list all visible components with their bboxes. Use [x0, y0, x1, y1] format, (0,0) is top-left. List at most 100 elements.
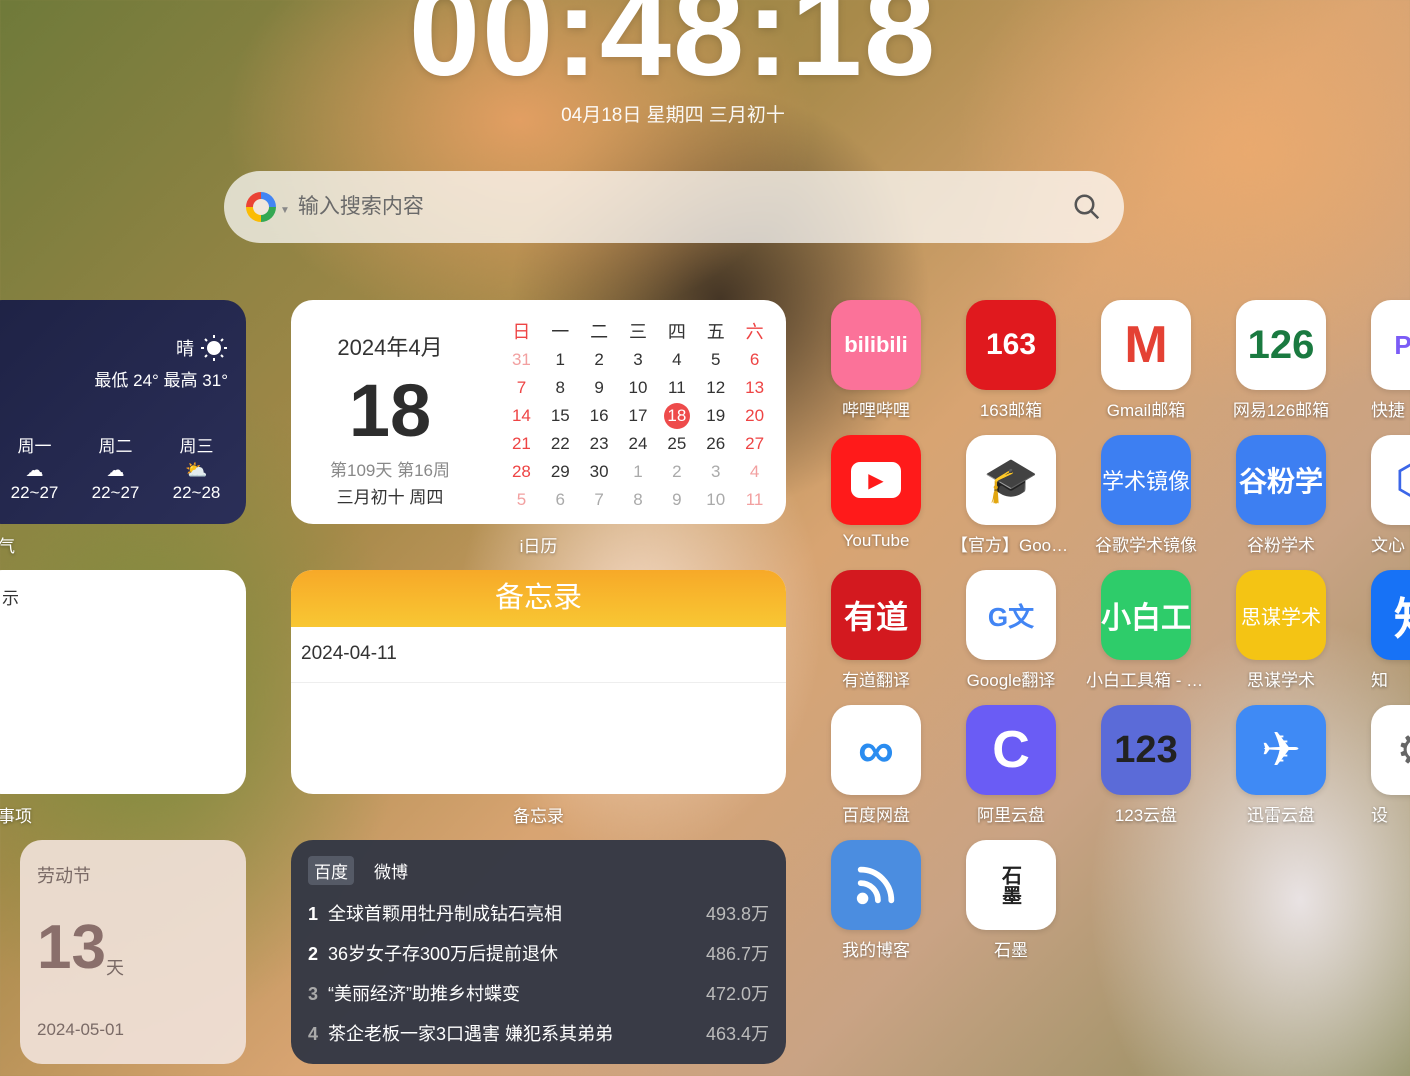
gmail-icon[interactable]: M [1101, 300, 1191, 390]
rss-icon[interactable] [831, 840, 921, 930]
aliyun-pan-icon[interactable]: C [966, 705, 1056, 795]
google-scholar-icon[interactable]: 🎓 [966, 435, 1056, 525]
hot-item[interactable]: 4 茶企老板一家3口遇害 嫌犯系其弟弟 463.4万 [308, 1014, 769, 1054]
app-shortcut[interactable]: ✈ 迅雷云盘 [1221, 705, 1341, 826]
search-icon[interactable] [1072, 192, 1102, 222]
app-shortcut[interactable]: Pro 快捷 [1356, 300, 1410, 421]
calendar-date[interactable]: 4 [657, 346, 696, 374]
calendar-date[interactable]: 12 [696, 374, 735, 402]
holiday-countdown-widget[interactable]: 劳动节 13 天 2024-05-01 [20, 840, 246, 1064]
chevron-down-icon[interactable]: ▼ [280, 205, 290, 216]
calendar-date[interactable]: 3 [696, 458, 735, 486]
app-shortcut[interactable]: 我的博客 [816, 840, 936, 961]
calendar-date[interactable]: 9 [580, 374, 619, 402]
tab-baidu[interactable]: 百度 [308, 856, 354, 885]
calendar-date[interactable]: 13 [735, 374, 774, 402]
app-shortcut[interactable]: ⚙设 [1356, 705, 1410, 826]
calendar-date[interactable]: 18 [657, 402, 696, 430]
calendar-date[interactable]: 30 [580, 458, 619, 486]
memo-entry[interactable]: 2024-04-11 [291, 627, 786, 683]
calendar-date[interactable]: 16 [580, 402, 619, 430]
mail-126-icon[interactable]: 126 [1236, 300, 1326, 390]
calendar-date[interactable]: 27 [735, 430, 774, 458]
calendar-date[interactable]: 20 [735, 402, 774, 430]
calendar-date[interactable]: 19 [696, 402, 735, 430]
app-shortcut[interactable]: ∞ 百度网盘 [816, 705, 936, 826]
todo-widget[interactable]: 示 [0, 570, 246, 794]
calendar-date[interactable]: 22 [541, 430, 580, 458]
calendar-date[interactable]: 7 [580, 486, 619, 514]
zhihu-icon[interactable]: 知 [1371, 570, 1410, 660]
calendar-date[interactable]: 5 [502, 486, 541, 514]
weather-widget[interactable]: 晴 最低 24° 最高 31° 周一 ☁ 22~27 周二 ☁ 22~27 周三 ⛅ 22~… [0, 300, 246, 524]
app-shortcut[interactable]: 126 网易126邮箱 [1221, 300, 1341, 421]
calendar-date[interactable]: 10 [696, 486, 735, 514]
xiaobai-icon[interactable]: 小白工 [1101, 570, 1191, 660]
hot-item[interactable]: 2 36岁女子存300万后提前退休 486.7万 [308, 934, 769, 974]
calendar-date[interactable]: 3 [619, 346, 658, 374]
calendar-date[interactable]: 9 [657, 486, 696, 514]
calendar-date[interactable]: 11 [657, 374, 696, 402]
app-shortcut[interactable]: 思谋学术 思谋学术 [1221, 570, 1341, 691]
app-shortcut[interactable]: M Gmail邮箱 [1086, 300, 1206, 421]
hot-item[interactable]: 3 “美丽经济”助推乡村蝶变 472.0万 [308, 974, 769, 1014]
calendar-date[interactable]: 1 [541, 346, 580, 374]
calendar-date[interactable]: 2 [580, 346, 619, 374]
calendar-date[interactable]: 5 [696, 346, 735, 374]
calendar-date[interactable]: 4 [735, 458, 774, 486]
calendar-date[interactable]: 2 [657, 458, 696, 486]
calendar-date[interactable]: 31 [502, 346, 541, 374]
calendar-date[interactable]: 10 [619, 374, 658, 402]
calendar-date[interactable]: 23 [580, 430, 619, 458]
calendar-date[interactable]: 11 [735, 486, 774, 514]
pan-123-icon[interactable]: 123 [1101, 705, 1191, 795]
calendar-date[interactable]: 29 [541, 458, 580, 486]
settings-icon[interactable]: ⚙ [1371, 705, 1410, 795]
calendar-date[interactable]: 28 [502, 458, 541, 486]
calendar-date[interactable]: 25 [657, 430, 696, 458]
hot-item[interactable]: 1 全球首颗用牡丹制成钻石亮相 493.8万 [308, 894, 769, 934]
app-shortcut[interactable]: 有道 有道翻译 [816, 570, 936, 691]
app-shortcut[interactable]: 163 163邮箱 [951, 300, 1071, 421]
scholar-mirror-icon[interactable]: 学术镜像 [1101, 435, 1191, 525]
google-translate-icon[interactable]: G文 [966, 570, 1056, 660]
hot-search-widget[interactable]: 百度 微博 1 全球首颗用牡丹制成钻石亮相 493.8万 2 36岁女子存300万后提… [291, 840, 786, 1064]
youdao-icon[interactable]: 有道 [831, 570, 921, 660]
calendar-date[interactable]: 24 [619, 430, 658, 458]
app-shortcut[interactable]: 学术镜像 谷歌学术镜像 [1086, 435, 1206, 556]
calendar-widget[interactable]: 2024年4月 18 第109天 第16周 三月初十 周四 日一二三四五六 31 1… [291, 300, 786, 524]
calendar-date[interactable]: 7 [502, 374, 541, 402]
shimo-icon[interactable]: 石墨 [966, 840, 1056, 930]
google-engine-icon[interactable] [246, 192, 276, 222]
app-shortcut[interactable]: 知知 [1356, 570, 1410, 691]
tab-weibo[interactable]: 微博 [368, 856, 414, 885]
pro-icon[interactable]: Pro [1371, 300, 1410, 390]
wenxin-icon[interactable]: ⬡ [1371, 435, 1410, 525]
calendar-date[interactable]: 26 [696, 430, 735, 458]
gufen-icon[interactable]: 谷粉学 [1236, 435, 1326, 525]
mail-163-icon[interactable]: 163 [966, 300, 1056, 390]
xunlei-icon[interactable]: ✈ [1236, 705, 1326, 795]
youtube-icon[interactable]: ▶ [831, 435, 921, 525]
app-shortcut[interactable]: 123 123云盘 [1086, 705, 1206, 826]
app-shortcut[interactable]: 石墨 石墨 [951, 840, 1071, 961]
calendar-date[interactable]: 14 [502, 402, 541, 430]
app-shortcut[interactable]: ▶ YouTube [816, 435, 936, 551]
app-shortcut[interactable]: 小白工小白工具箱 - 小白工具网 [1086, 570, 1206, 691]
calendar-date[interactable]: 8 [619, 486, 658, 514]
app-shortcut[interactable]: C 阿里云盘 [951, 705, 1071, 826]
search-input[interactable] [297, 195, 1072, 219]
search-bar[interactable]: ▼ [224, 171, 1124, 243]
baidu-pan-icon[interactable]: ∞ [831, 705, 921, 795]
bilibili-icon[interactable]: bilibili [831, 300, 921, 390]
calendar-date[interactable]: 1 [619, 458, 658, 486]
app-shortcut[interactable]: G文 Google翻译 [951, 570, 1071, 691]
app-shortcut[interactable]: ⬡ 文心 [1356, 435, 1410, 556]
app-shortcut[interactable]: 谷粉学 谷粉学术 [1221, 435, 1341, 556]
calendar-date[interactable]: 6 [735, 346, 774, 374]
calendar-date[interactable]: 15 [541, 402, 580, 430]
calendar-date[interactable]: 21 [502, 430, 541, 458]
app-shortcut[interactable]: 🎓 【官方】Google学术 [951, 435, 1071, 556]
calendar-date[interactable]: 8 [541, 374, 580, 402]
simou-icon[interactable]: 思谋学术 [1236, 570, 1326, 660]
